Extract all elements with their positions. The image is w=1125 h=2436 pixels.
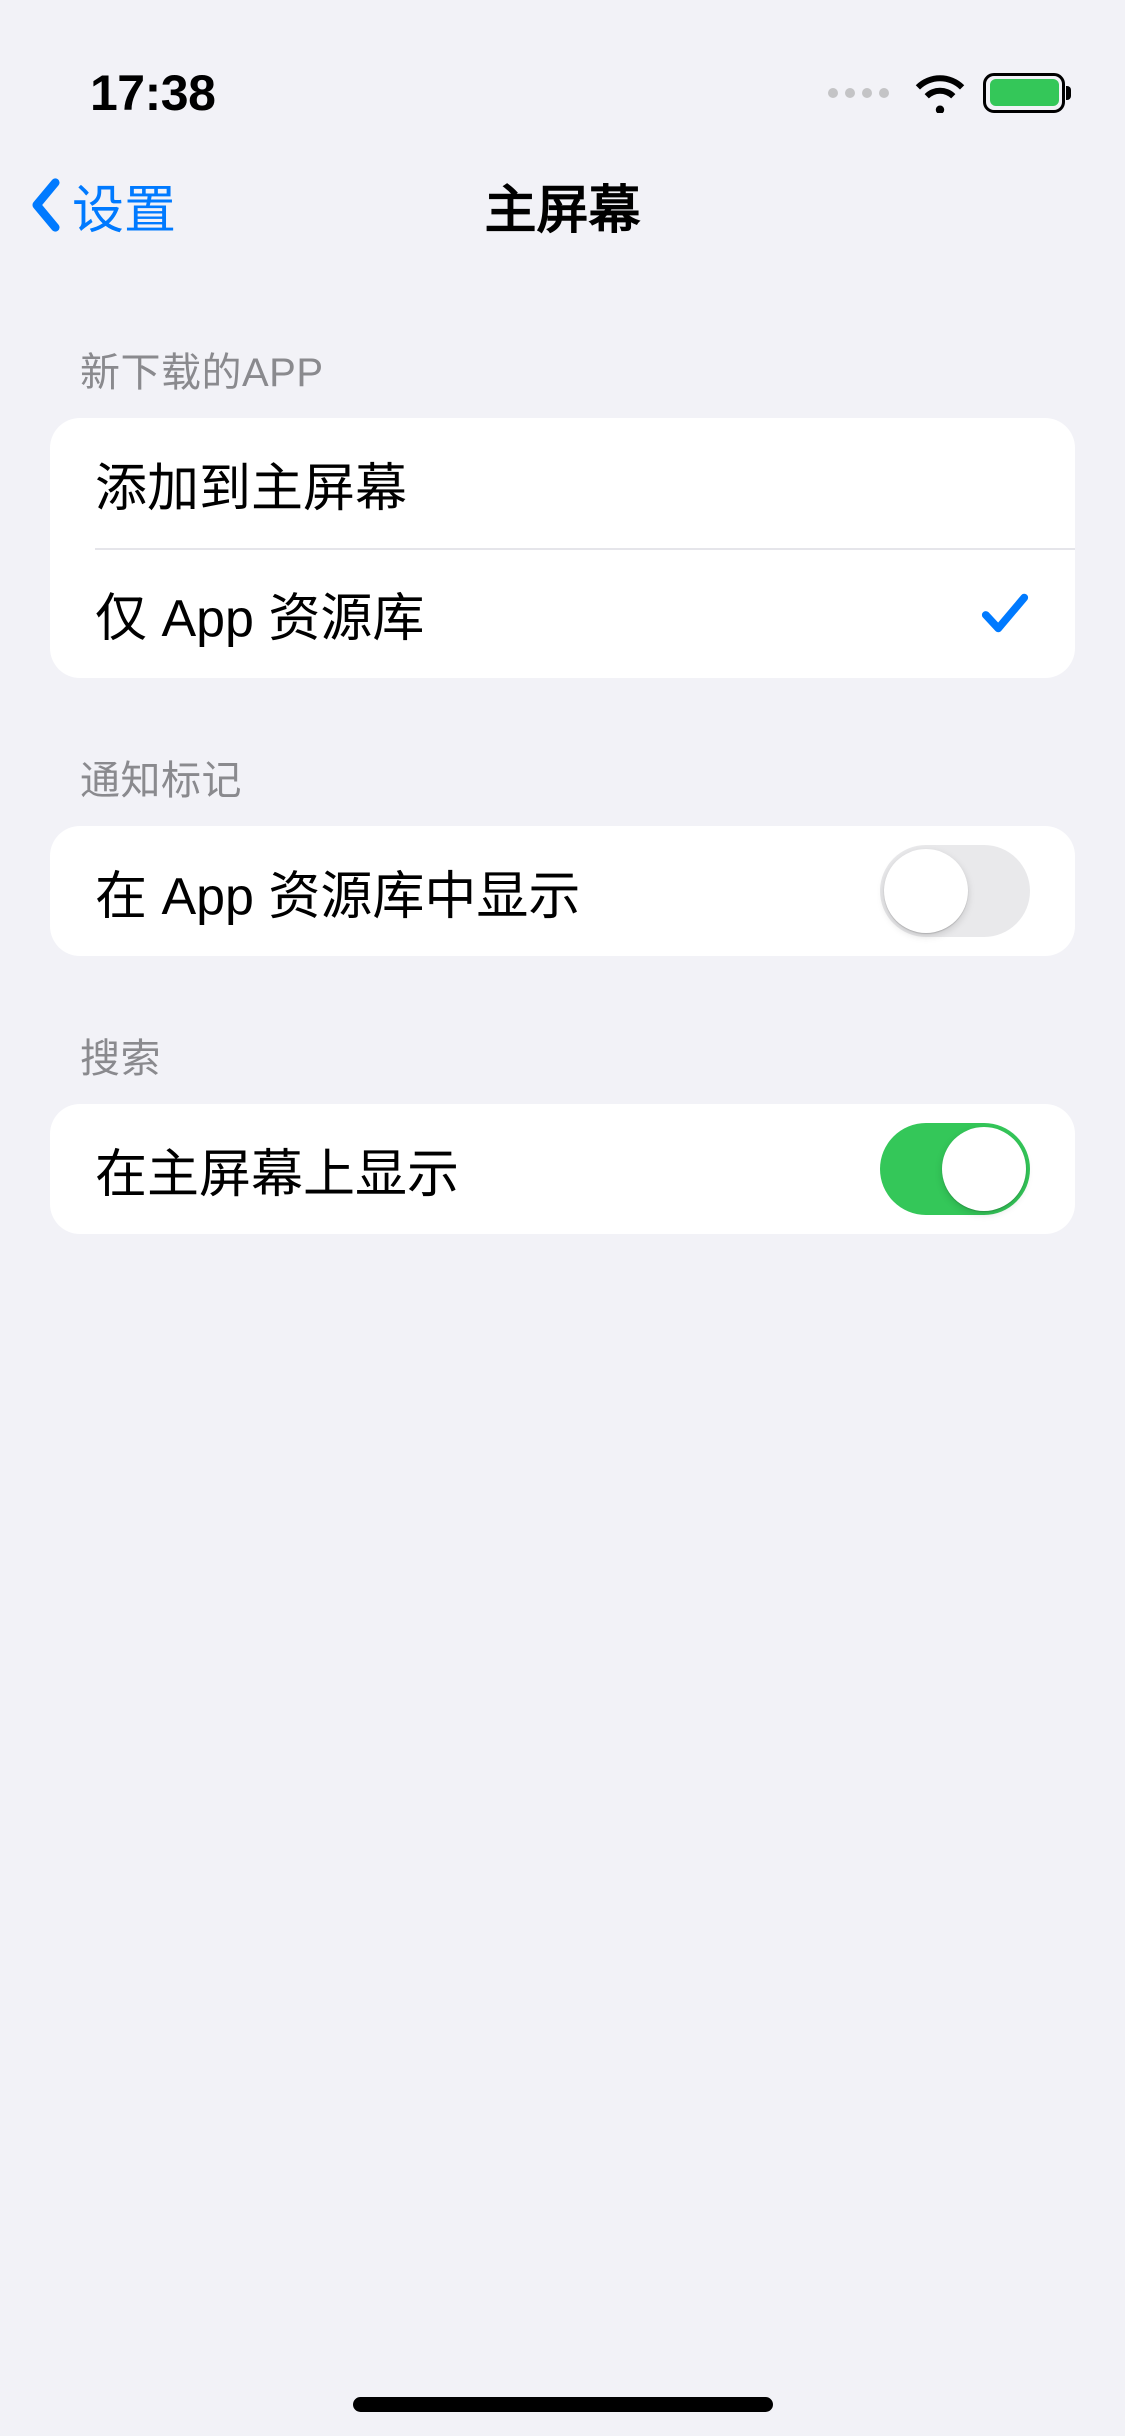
section-header-new-apps: 新下载的APP xyxy=(50,270,1075,418)
back-button[interactable]: 设置 xyxy=(20,168,176,243)
row-show-on-home: 在主屏幕上显示 xyxy=(50,1104,1075,1234)
back-label: 设置 xyxy=(72,168,176,243)
toggle-show-on-home[interactable] xyxy=(880,1123,1030,1215)
chevron-left-icon xyxy=(28,177,64,233)
row-label: 在 App 资源库中显示 xyxy=(95,854,580,929)
row-label: 在主屏幕上显示 xyxy=(95,1132,459,1207)
status-bar: 17:38 xyxy=(0,0,1125,140)
content: 新下载的APP 添加到主屏幕 仅 App 资源库 通知标记 在 App 资源库中… xyxy=(0,270,1125,1234)
checkmark-icon xyxy=(980,589,1030,637)
page-title: 主屏幕 xyxy=(484,168,640,243)
section-header-badges: 通知标记 xyxy=(50,678,1075,826)
group-search: 在主屏幕上显示 xyxy=(50,1104,1075,1234)
option-app-library-only[interactable]: 仅 App 资源库 xyxy=(50,548,1075,678)
row-show-in-library: 在 App 资源库中显示 xyxy=(50,826,1075,956)
option-label: 添加到主屏幕 xyxy=(95,446,407,521)
status-time: 17:38 xyxy=(90,64,215,122)
switch-knob xyxy=(884,849,968,933)
option-label: 仅 App 资源库 xyxy=(95,576,424,651)
battery-icon xyxy=(983,73,1065,113)
status-indicators xyxy=(828,73,1065,113)
group-badges: 在 App 资源库中显示 xyxy=(50,826,1075,956)
group-new-apps: 添加到主屏幕 仅 App 资源库 xyxy=(50,418,1075,678)
nav-bar: 设置 主屏幕 xyxy=(0,140,1125,270)
switch-knob xyxy=(942,1127,1026,1211)
option-add-to-home[interactable]: 添加到主屏幕 xyxy=(50,418,1075,548)
signal-dots-icon xyxy=(828,88,889,98)
section-header-search: 搜索 xyxy=(50,956,1075,1104)
home-indicator[interactable] xyxy=(353,2397,773,2412)
toggle-show-in-library[interactable] xyxy=(880,845,1030,937)
wifi-icon xyxy=(915,73,965,113)
